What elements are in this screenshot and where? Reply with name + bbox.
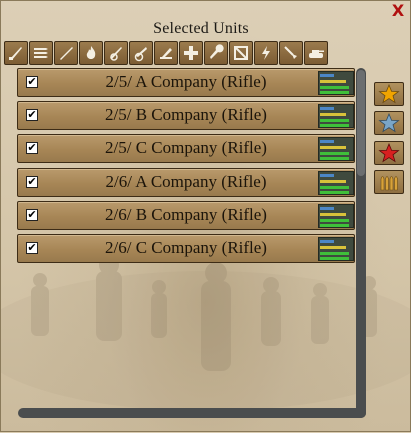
unit-checkbox[interactable]: ✔ xyxy=(26,242,38,254)
status-bar-fill xyxy=(320,107,334,110)
status-bar-fill xyxy=(320,219,349,222)
mortar-icon xyxy=(160,48,172,59)
vertical-scrollbar[interactable] xyxy=(356,68,366,418)
status-bar-fill xyxy=(320,252,349,255)
unit-checkbox[interactable]: ✔ xyxy=(26,109,38,121)
medic-cross-icon xyxy=(184,46,198,60)
artillery-icon xyxy=(134,47,147,62)
unit-row[interactable]: ✔ 2/5/ C Company (Rifle) xyxy=(17,134,355,163)
unit-status-bars xyxy=(318,137,354,161)
status-bar-fill xyxy=(320,207,334,210)
unit-row[interactable]: ✔ 2/6/ A Company (Rifle) xyxy=(17,168,355,197)
unit-status-bars xyxy=(318,171,354,195)
status-bar-fill xyxy=(320,74,334,77)
filter-button-signals[interactable] xyxy=(254,41,278,65)
status-bar-fill xyxy=(320,146,346,149)
unit-row[interactable]: ✔ 2/6/ C Company (Rifle) xyxy=(17,234,355,263)
unit-checkbox[interactable]: ✔ xyxy=(26,209,38,221)
filter-button-pioneer[interactable] xyxy=(279,41,303,65)
unit-row[interactable]: ✔ 2/6/ B Company (Rifle) xyxy=(17,201,355,230)
flamethrower-icon xyxy=(86,46,96,59)
unit-name: 2/5/ C Company (Rifle) xyxy=(105,138,267,157)
status-bar-fill xyxy=(320,224,349,227)
unit-name: 2/6/ A Company (Rifle) xyxy=(105,172,267,191)
red-star-button[interactable] xyxy=(374,141,404,165)
status-bar-fill xyxy=(320,186,349,189)
ammunition-rounds-icon xyxy=(380,176,398,191)
tank-icon xyxy=(309,50,324,58)
ammunition-button[interactable] xyxy=(374,170,404,194)
shovel-icon xyxy=(284,46,297,59)
filter-button-ammo[interactable] xyxy=(29,41,53,65)
unit-list: ✔ 2/5/ A Company (Rifle) ✔ 2/5/ B Compan… xyxy=(17,68,357,408)
filter-button-tank[interactable] xyxy=(304,41,328,65)
filter-button-infantry[interactable] xyxy=(4,41,28,65)
status-bar-fill xyxy=(320,180,346,183)
selected-units-panel: Selected Units X ✔ 2/5/ A Company (Rifle… xyxy=(0,0,411,432)
unit-status-bars xyxy=(318,204,354,228)
status-bar-fill xyxy=(320,80,346,83)
panel-title: Selected Units xyxy=(153,20,249,37)
map-frame-icon xyxy=(234,46,248,60)
close-button[interactable]: X xyxy=(390,3,406,19)
status-bar-fill xyxy=(320,140,334,143)
status-bar-fill xyxy=(320,86,349,89)
horizontal-scrollbar[interactable] xyxy=(18,408,366,418)
sniper-rifle-icon xyxy=(60,47,73,60)
unit-status-bars xyxy=(318,71,354,95)
unit-checkbox[interactable]: ✔ xyxy=(26,176,38,188)
infantry-rifle-icon xyxy=(9,47,22,60)
unit-status-bars xyxy=(318,104,354,128)
filter-button-flamethrower[interactable] xyxy=(79,41,103,65)
status-bar-fill xyxy=(320,257,349,260)
gold-star-button[interactable] xyxy=(374,82,404,106)
unit-name: 2/5/ A Company (Rifle) xyxy=(105,72,267,91)
filter-button-artillery[interactable] xyxy=(129,41,153,65)
unit-name: 2/6/ C Company (Rifle) xyxy=(105,238,267,257)
filter-button-medic[interactable] xyxy=(179,41,203,65)
filter-button-map[interactable] xyxy=(229,41,253,65)
filter-button-mortar[interactable] xyxy=(154,41,178,65)
unit-row[interactable]: ✔ 2/5/ A Company (Rifle) xyxy=(17,68,355,97)
unit-checkbox[interactable]: ✔ xyxy=(26,76,38,88)
filter-button-anti-tank[interactable] xyxy=(104,41,128,65)
status-bar-fill xyxy=(320,240,334,243)
status-bar-fill xyxy=(320,119,349,122)
vertical-scrollbar-thumb[interactable] xyxy=(357,70,365,176)
status-bar-fill xyxy=(320,157,349,160)
status-bar-fill xyxy=(320,213,346,216)
gold-star-icon xyxy=(378,84,400,104)
status-bar-fill xyxy=(320,174,334,177)
status-bar-fill xyxy=(320,113,346,116)
unit-row[interactable]: ✔ 2/5/ B Company (Rifle) xyxy=(17,101,355,130)
status-bar-fill xyxy=(320,124,349,127)
status-bar-fill xyxy=(320,152,349,155)
unit-checkbox[interactable]: ✔ xyxy=(26,142,38,154)
unit-name: 2/6/ B Company (Rifle) xyxy=(105,205,267,224)
unit-name: 2/5/ B Company (Rifle) xyxy=(105,105,267,124)
silver-star-button[interactable] xyxy=(374,111,404,135)
unit-filter-toolbar xyxy=(4,41,404,67)
lightning-bolt-icon xyxy=(262,46,270,60)
filter-button-sniper[interactable] xyxy=(54,41,78,65)
status-bar-fill xyxy=(320,91,349,94)
red-star-icon xyxy=(378,143,400,163)
status-bar-fill xyxy=(320,191,349,194)
engineer-wrench-icon xyxy=(210,44,224,59)
anti-tank-gun-icon xyxy=(110,47,122,61)
unit-status-bars xyxy=(318,237,354,261)
filter-button-engineer[interactable] xyxy=(204,41,228,65)
silver-star-icon xyxy=(378,113,400,133)
ammo-icon xyxy=(34,48,48,58)
status-bar-fill xyxy=(320,246,346,249)
